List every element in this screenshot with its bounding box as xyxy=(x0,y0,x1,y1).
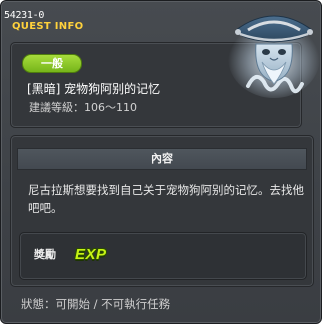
quest-content-panel: 內容 尼古拉斯想要找到自己关于宠物狗阿别的记忆。去找他吧吧。 獎勵 EXP xyxy=(10,135,314,287)
reward-label: 獎勵 xyxy=(34,248,56,261)
window-title: QUEST INFO xyxy=(12,21,84,32)
quest-title: [黑暗] 宠物狗阿别的记忆 xyxy=(27,82,161,96)
content-section-header: 內容 xyxy=(17,148,307,170)
exp-icon: EXP xyxy=(75,246,107,263)
recommended-level: 建議等級：106～110 xyxy=(29,101,137,114)
quest-status: 狀態：可開始 / 不可執行任務 xyxy=(21,297,171,311)
npc-ghost-icon xyxy=(228,15,320,98)
quest-category-badge: 一般 xyxy=(22,54,82,73)
reward-box: 獎勵 EXP xyxy=(19,232,307,280)
quest-description: 尼古拉斯想要找到自己关于宠物狗阿别的记忆。去找他吧吧。 xyxy=(28,183,304,215)
